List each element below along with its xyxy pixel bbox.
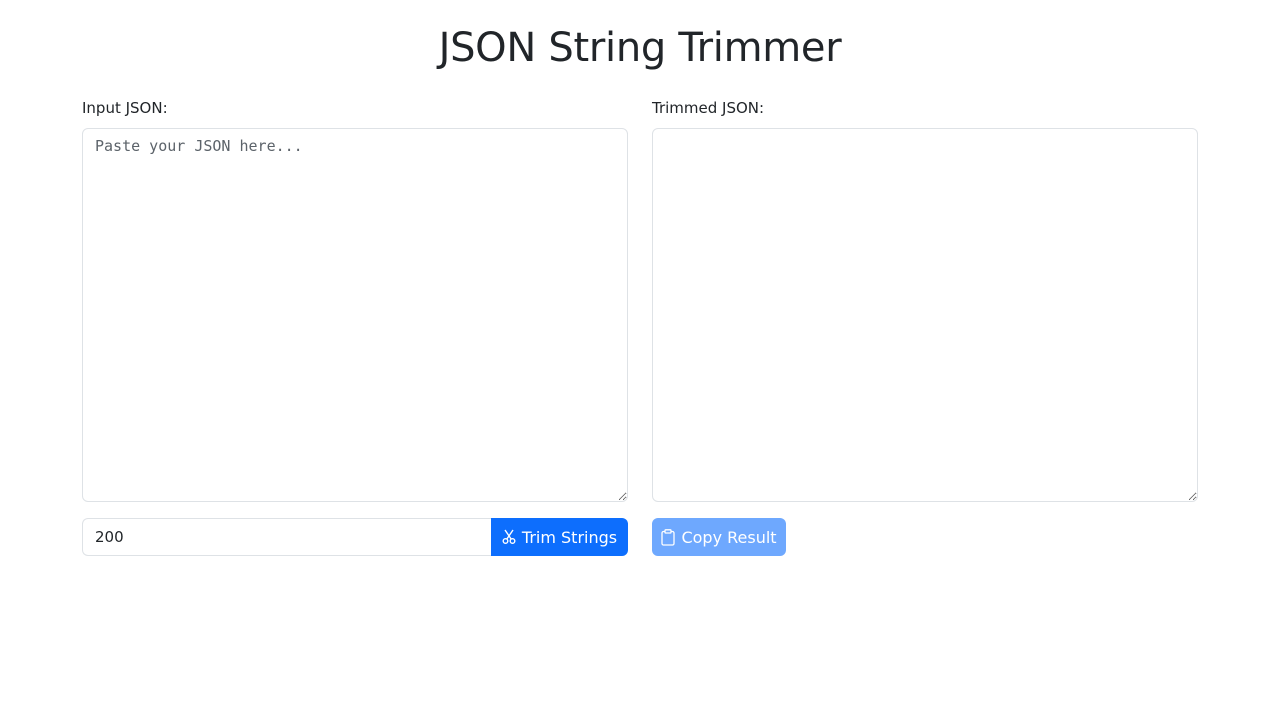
input-json-textarea[interactable] <box>82 128 628 502</box>
clipboard-icon <box>661 528 676 546</box>
trim-strings-label: Trim Strings <box>521 527 618 547</box>
input-json-label: Input JSON: <box>82 99 168 117</box>
scissors-icon <box>502 529 516 545</box>
trimmed-json-textarea[interactable] <box>652 128 1198 502</box>
copy-result-button[interactable]: Copy Result <box>652 518 786 556</box>
page-title: JSON String Trimmer <box>438 25 842 71</box>
copy-result-label: Copy Result <box>681 527 777 547</box>
input-panel: Input JSON: <box>82 97 628 502</box>
output-panel: Trimmed JSON: <box>652 97 1198 502</box>
trim-strings-button[interactable]: Trim Strings <box>491 518 628 556</box>
page: JSON String Trimmer Input JSON: Trimmed … <box>0 0 1280 720</box>
max-length-input[interactable] <box>82 518 491 556</box>
trim-controls: Trim Strings <box>82 518 628 556</box>
trimmed-json-label: Trimmed JSON: <box>652 99 765 117</box>
